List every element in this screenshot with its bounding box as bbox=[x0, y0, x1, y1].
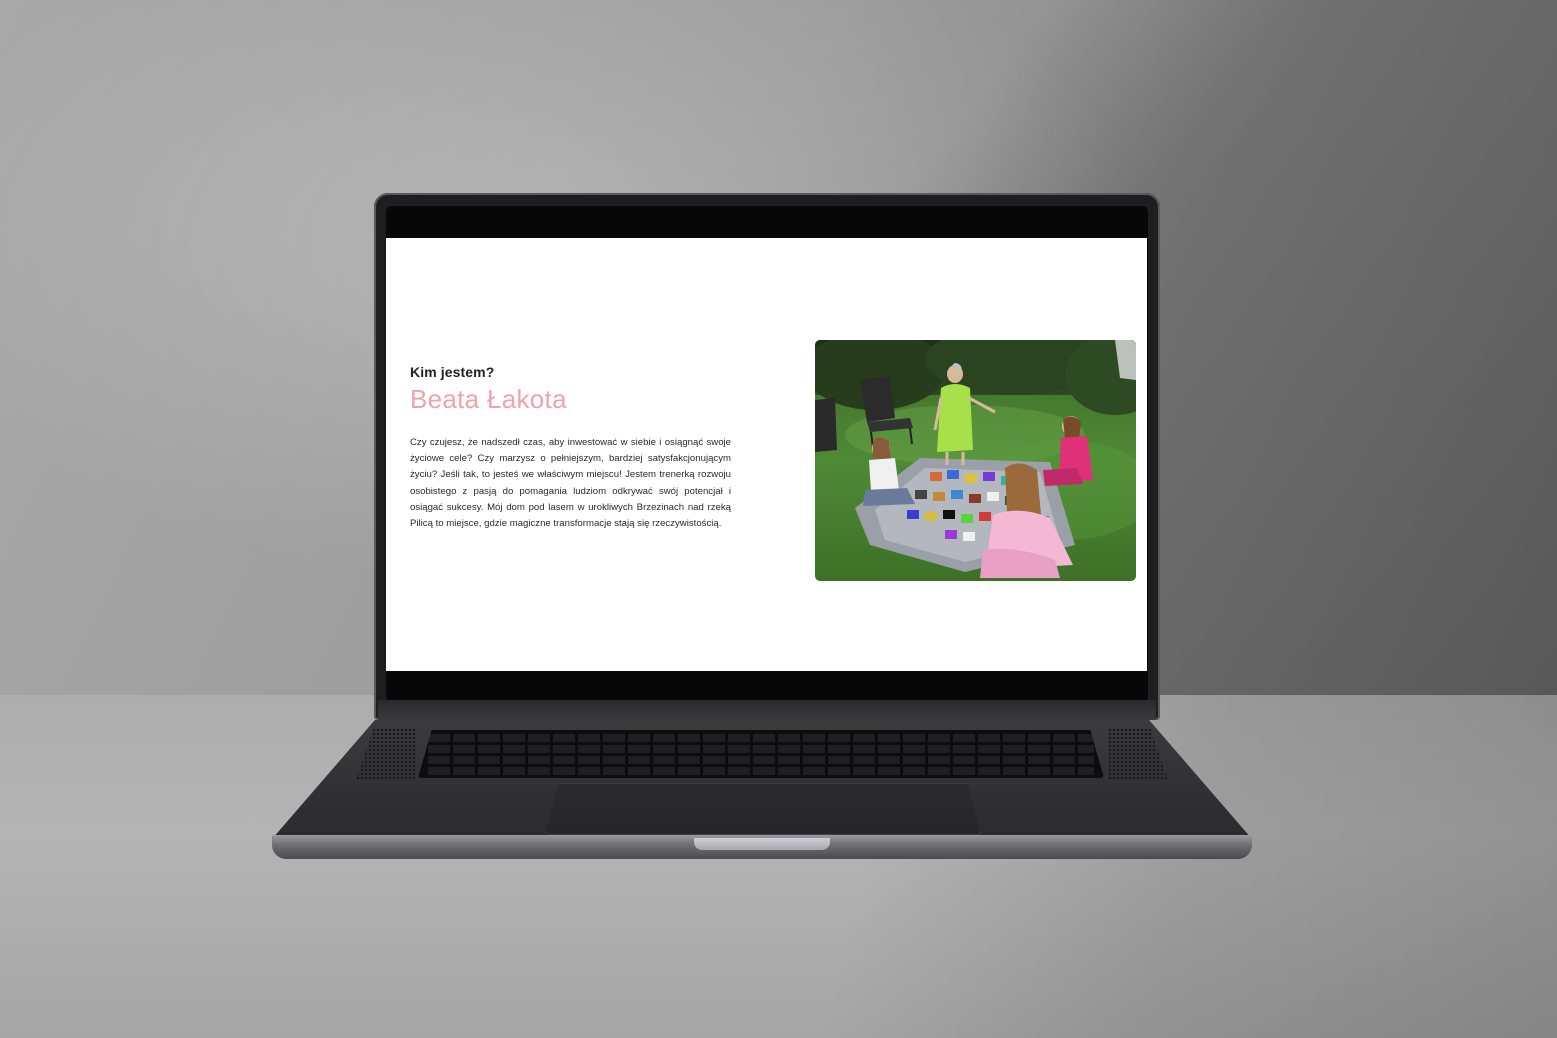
laptop-screen: Kim jestem? Beata Łakota Czy czujesz, że… bbox=[386, 238, 1147, 671]
photo-garden-workshop-illustration bbox=[815, 340, 1136, 581]
laptop-keyboard bbox=[418, 730, 1104, 778]
section-title: Beata Łakota bbox=[410, 384, 567, 414]
about-section: Kim jestem? Beata Łakota Czy czujesz, że… bbox=[410, 364, 731, 532]
about-photo bbox=[815, 340, 1136, 581]
laptop-trackpad bbox=[545, 783, 981, 835]
bio-paragraph: Czy czujesz, że nadszedł czas, aby inwes… bbox=[410, 437, 731, 530]
key-row bbox=[428, 734, 1094, 742]
section-eyebrow: Kim jestem? bbox=[410, 364, 495, 380]
key-row bbox=[428, 756, 1094, 764]
laptop-hinge bbox=[378, 700, 1156, 720]
mockup-scene: Kim jestem? Beata Łakota Czy czujesz, że… bbox=[0, 0, 1557, 1038]
laptop-open-notch bbox=[694, 838, 830, 850]
key-row bbox=[428, 767, 1094, 775]
key-row bbox=[428, 745, 1094, 753]
